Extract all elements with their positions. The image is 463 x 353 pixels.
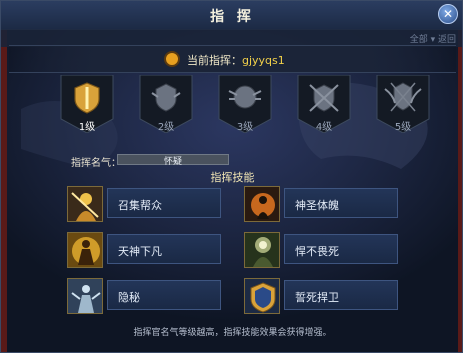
skill-name-4: 悍不畏死	[295, 245, 339, 258]
skill-panel-2: 神圣体魄	[284, 188, 398, 218]
level-banners: 1级 2级 3级 4级 5级	[59, 75, 439, 137]
level-banner-5[interactable]: 5级	[375, 75, 431, 133]
god-descends-icon	[67, 232, 103, 268]
skill-stealth[interactable]: 隐秘	[67, 278, 221, 314]
top-hint: 全部 ▾ 返回	[409, 35, 456, 45]
skill-panel-4: 悍不畏死	[284, 234, 398, 264]
footer-note: 指挥官名气等级越高，指挥技能效果会获得增强。	[133, 328, 332, 338]
skill-summon-crowd[interactable]: 召集帮众	[67, 186, 221, 222]
current-commander-bar: 当前指挥：gjyyqs1	[9, 45, 456, 73]
level-label-5: 5级	[394, 122, 412, 133]
level-banner-2[interactable]: 2级	[138, 75, 194, 133]
shield-guard-icon	[244, 278, 280, 314]
prestige-progress-bar: 怀疑	[117, 154, 229, 167]
current-commander-label: 当前指挥：gjyyqs1	[187, 52, 285, 68]
commander-label-text: 当前指挥：	[187, 54, 242, 67]
level-banner-3[interactable]: 3级	[217, 75, 273, 133]
commander-name: gjyyqs1	[242, 54, 285, 67]
level-banner-1[interactable]: 1级	[59, 75, 115, 133]
prestige-label: 指挥名气：	[71, 158, 121, 169]
skill-god-descends[interactable]: 天神下凡	[67, 232, 221, 268]
title-bar: 指 挥 ✕	[1, 1, 462, 30]
level-label-4: 4级	[315, 122, 333, 133]
headset-icon	[164, 51, 180, 67]
skill-fearless[interactable]: 悍不畏死	[244, 232, 398, 268]
skill-name-5: 隐秘	[118, 291, 140, 304]
command-window: 指 挥 ✕ 全部 ▾ 返回 当前指挥：gjyyqs1 1级 2级 3级 4级 5…	[0, 0, 463, 353]
skill-holy-body[interactable]: 神圣体魄	[244, 186, 398, 222]
level-label-3: 3级	[236, 122, 254, 133]
level-label-2: 2级	[157, 122, 175, 133]
skills-heading: 指挥技能	[210, 171, 255, 184]
holy-body-icon	[244, 186, 280, 222]
skill-name-1: 召集帮众	[118, 199, 162, 212]
golden-shield-icon	[74, 82, 100, 114]
window-title: 指 挥	[210, 9, 255, 25]
skill-name-6: 誓死捍卫	[295, 291, 339, 304]
level-label-1: 1级	[78, 122, 96, 133]
crossed-swords-emblem-icon	[309, 84, 339, 112]
skill-name-2: 神圣体魄	[295, 199, 339, 212]
skill-shield-guard[interactable]: 誓死捍卫	[244, 278, 398, 314]
stealth-icon	[67, 278, 103, 314]
level-banner-4[interactable]: 4级	[296, 75, 352, 133]
skill-panel-3: 天神下凡	[107, 234, 221, 264]
skill-panel-5: 隐秘	[107, 280, 221, 310]
skill-name-3: 天神下凡	[118, 245, 162, 258]
prestige-value: 怀疑	[163, 157, 182, 167]
skill-panel-6: 誓死捍卫	[284, 280, 398, 310]
close-button[interactable]: ✕	[438, 4, 458, 24]
fearless-icon	[244, 232, 280, 268]
summon-crowd-icon	[67, 186, 103, 222]
skill-panel-1: 召集帮众	[107, 188, 221, 218]
